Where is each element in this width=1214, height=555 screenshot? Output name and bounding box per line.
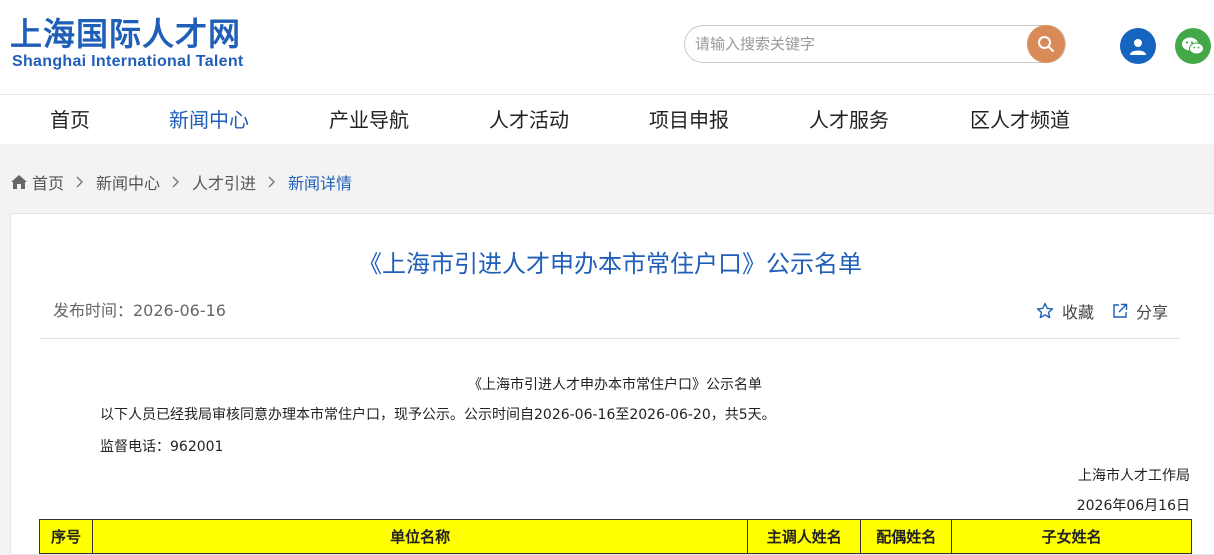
- nav-item-news[interactable]: 新闻中心: [169, 95, 249, 145]
- site-header: 上海国际人才网 Shanghai International Talent: [0, 0, 1214, 94]
- column-header-index: 序号: [39, 519, 93, 554]
- breadcrumb: 首页 新闻中心 人才引进 新闻详情: [10, 170, 352, 194]
- issue-date: 2026年06月16日: [1076, 498, 1190, 514]
- nav-item-projects[interactable]: 项目申报: [649, 95, 729, 145]
- article-title: 《上海市引进人才申办本市常住户口》公示名单: [358, 250, 862, 278]
- breadcrumb-home[interactable]: 首页: [32, 170, 64, 194]
- nav-item-services[interactable]: 人才服务: [809, 95, 889, 145]
- nav-item-home[interactable]: 首页: [50, 95, 90, 145]
- breadcrumb-talent[interactable]: 人才引进: [192, 170, 256, 194]
- column-header-applicant: 主调人姓名: [747, 519, 862, 554]
- divider: [40, 338, 1180, 339]
- user-icon: [1130, 39, 1146, 55]
- search-icon: [1038, 36, 1054, 52]
- share-icon: [1113, 303, 1128, 318]
- issuing-organization: 上海市人才工作局: [1078, 468, 1190, 484]
- site-logo[interactable]: 上海国际人才网: [10, 14, 241, 54]
- search-input[interactable]: [695, 26, 1025, 62]
- chevron-right-icon: [76, 173, 84, 192]
- user-button[interactable]: [1120, 28, 1156, 64]
- nav-item-industry[interactable]: 产业导航: [329, 95, 409, 145]
- publish-time: 发布时间：2026-06-16: [53, 301, 226, 320]
- main-nav: 首页 新闻中心 产业导航 人才活动 项目申报 人才服务 区人才频道: [0, 94, 1214, 144]
- column-header-employer: 单位名称: [91, 519, 749, 554]
- document-paragraph: 以下人员已经我局审核同意办理本市常住户口，现予公示。公示时间自2026-06-1…: [100, 407, 776, 423]
- breadcrumb-news[interactable]: 新闻中心: [96, 170, 160, 194]
- search-box: [684, 25, 1066, 63]
- search-button[interactable]: [1027, 25, 1065, 63]
- document-title: 《上海市引进人才申办本市常住户口》公示名单: [468, 377, 762, 393]
- breadcrumb-current: 新闻详情: [288, 174, 353, 193]
- nav-item-district[interactable]: 区人才频道: [970, 95, 1070, 145]
- share-button[interactable]: 分享: [1112, 299, 1168, 323]
- home-icon[interactable]: [10, 174, 28, 190]
- wechat-button[interactable]: [1175, 28, 1211, 64]
- share-label: 分享: [1136, 303, 1169, 322]
- column-header-spouse: 配偶姓名: [860, 519, 953, 554]
- table-header-row: 序号 单位名称 主调人姓名 配偶姓名 子女姓名: [39, 519, 1192, 554]
- supervision-phone: 监督电话：962001: [100, 439, 224, 455]
- site-logo-english[interactable]: Shanghai International Talent: [12, 53, 244, 71]
- chevron-right-icon: [172, 173, 180, 192]
- wechat-icon: [1182, 37, 1204, 55]
- nav-item-events[interactable]: 人才活动: [489, 95, 569, 145]
- star-icon: [1036, 302, 1054, 319]
- roster-table: 序号 单位名称 主调人姓名 配偶姓名 子女姓名: [39, 519, 1192, 554]
- favorite-button[interactable]: 收藏: [1036, 299, 1094, 323]
- column-header-children: 子女姓名: [951, 519, 1192, 554]
- chevron-right-icon: [268, 173, 276, 192]
- favorite-label: 收藏: [1062, 303, 1095, 322]
